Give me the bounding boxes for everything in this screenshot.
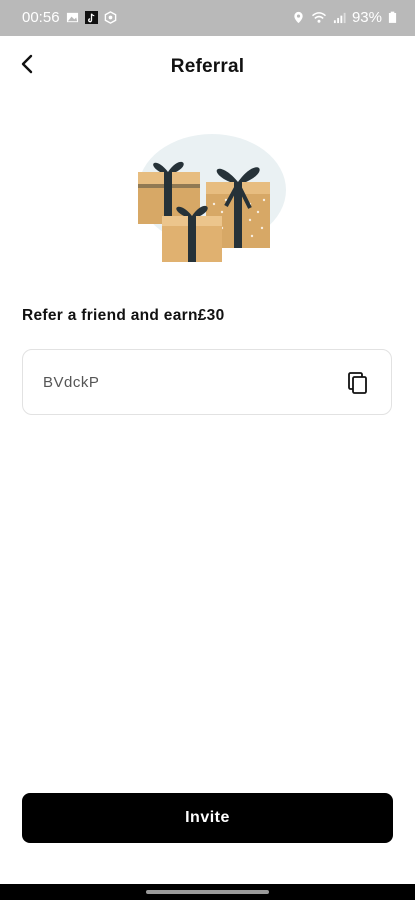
settings-hex-icon [104,11,116,24]
wifi-icon [311,12,326,23]
signal-icon [333,12,346,24]
gift-boxes-icon [138,134,286,262]
page-title: Referral [170,56,245,77]
invite-button[interactable]: Invite [22,793,393,843]
referral-description: Refer a friend and earn£30 [22,307,225,324]
battery-icon [388,11,397,23]
system-nav-bar [0,884,415,900]
location-icon [294,11,303,24]
tiktok-icon [84,11,98,24]
status-bar: 00:56 93% [0,0,415,36]
app-bar: Referral [0,36,415,96]
copy-icon[interactable] [345,370,371,396]
battery-percent: 93% [351,9,382,26]
image-icon [66,12,78,23]
referral-code-box: BVdckP [22,349,392,415]
status-time: 00:56 [22,9,60,26]
home-handle[interactable] [146,890,269,894]
referral-code: BVdckP [43,374,100,391]
